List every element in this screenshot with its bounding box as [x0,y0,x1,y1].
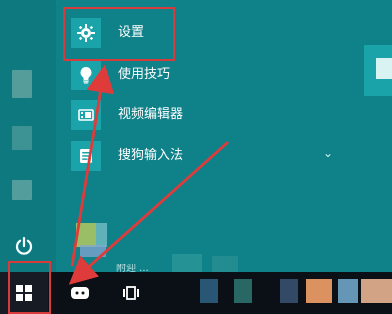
power-button[interactable] [12,234,36,258]
taskbar-app[interactable] [306,279,332,303]
settings-item[interactable]: 设置 [66,16,336,50]
rail-tile [12,180,32,200]
tips-label: 使用技巧 [118,67,171,82]
windows-logo-icon [16,285,32,301]
power-icon [15,236,33,255]
sogou-input-item[interactable]: 搜狗输入法 [66,139,336,173]
start-button[interactable] [0,272,48,314]
tips-item[interactable]: 使用技巧 [66,58,336,92]
taskbar-app[interactable] [338,279,358,303]
blurred-tile [212,256,238,272]
partial-text: 附迎 ... [116,264,149,272]
gear-icon [77,24,95,42]
taskbar-app[interactable] [200,279,218,303]
sogou-icon-box [71,141,101,171]
cortana-button[interactable] [60,272,100,314]
settings-label: 设置 [118,25,145,40]
taskbar [0,272,392,314]
blurred-tile [96,223,107,247]
blurred-tile [80,245,106,257]
tips-icon-box [71,60,101,90]
video-editor-icon-box [71,100,101,130]
taskbar-app[interactable] [234,279,252,303]
cortana-icon [71,287,89,299]
sogou-icon [80,149,92,163]
expand-chevron-icon[interactable]: ⌄ [323,147,333,159]
taskbar-app[interactable] [361,279,392,303]
rail-tile [12,126,32,150]
lightbulb-icon [80,67,92,84]
video-editor-item[interactable]: 视频编辑器 [66,98,336,132]
sogou-input-label: 搜狗输入法 [118,148,184,163]
video-editor-label: 视频编辑器 [118,107,184,122]
right-tile-inner [376,58,392,79]
blurred-tile [76,223,96,247]
app-list: 设置 使用技巧 视频编辑器 搜狗输入法 [66,0,350,272]
rail-tile [12,70,32,98]
video-editor-icon [78,109,94,121]
taskbar-app[interactable] [280,279,298,303]
task-view-button[interactable] [111,272,151,314]
settings-icon-box [71,18,101,48]
task-view-icon [123,286,139,300]
